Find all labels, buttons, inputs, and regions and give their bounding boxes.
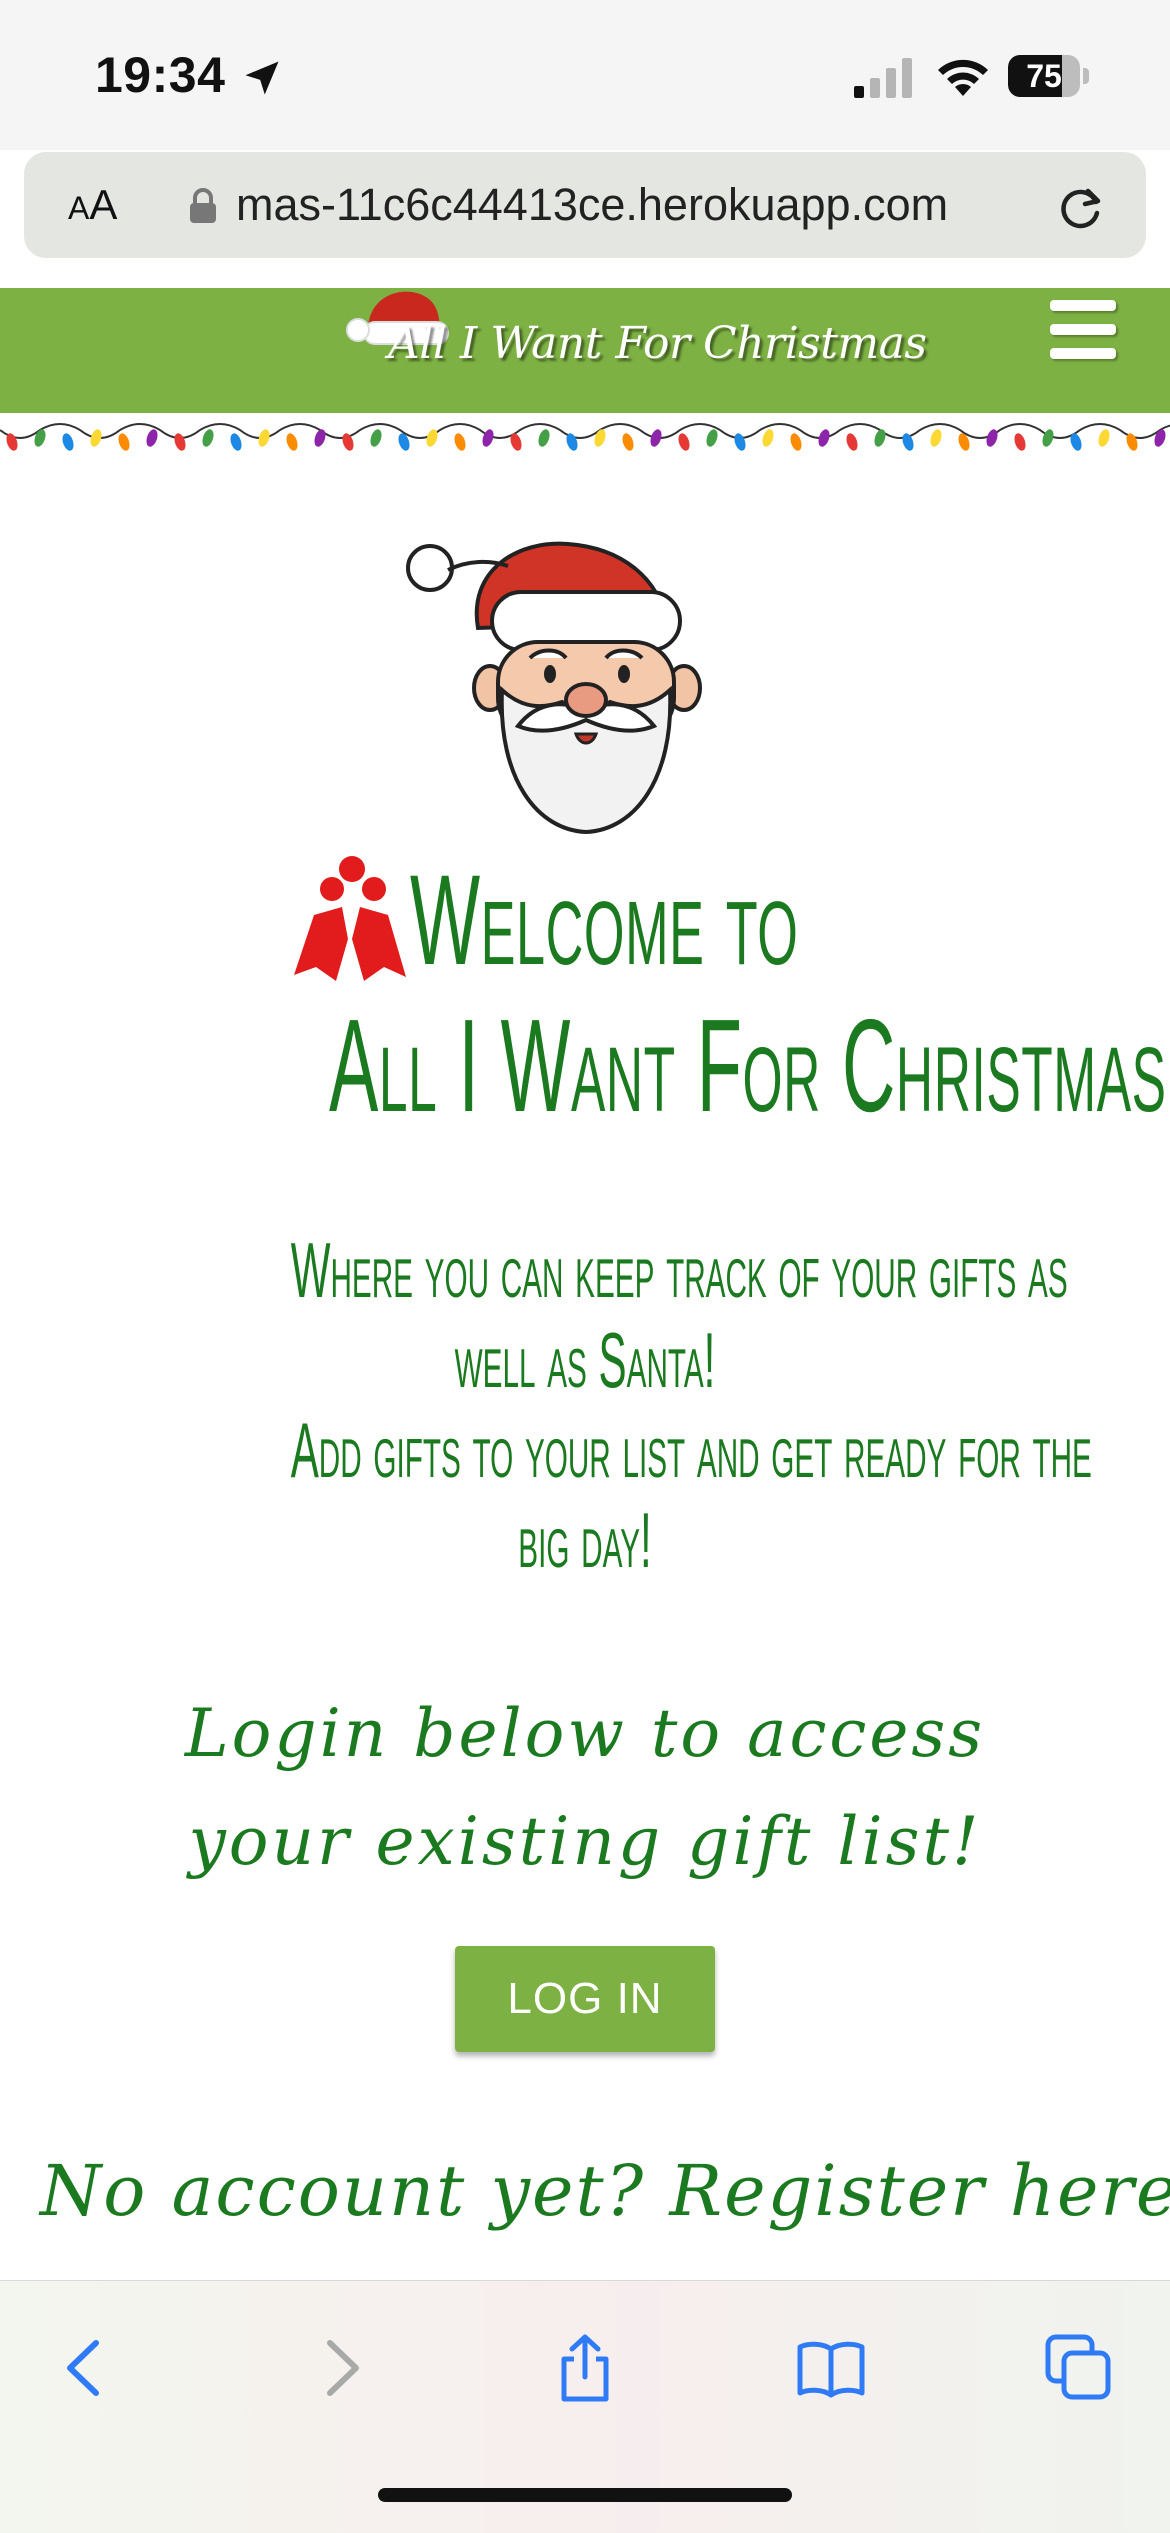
tagline: Where you can keep track of your gifts a… [40,1225,1130,1585]
share-icon[interactable] [550,2333,620,2403]
status-bar: 19:34 75 [0,0,1170,150]
status-time: 19:34 [95,47,226,103]
login-button[interactable]: LOG IN [455,1946,715,2052]
welcome-heading-line2: All I Want For Christmas [0,990,1170,1139]
site-title-heading: All I Want For Christmas [329,992,1167,1139]
text-size-button[interactable]: AA [68,152,117,258]
location-arrow-icon [245,61,279,95]
cellular-signal-icon [854,58,912,98]
welcome-text: Welcome to [410,848,799,992]
logo-text: All I Want For Christmas [388,318,927,369]
reload-icon[interactable] [1054,180,1108,234]
url-text[interactable]: mas-11c6c44413ce.herokuapp.com [236,152,1046,258]
bookmarks-icon[interactable] [796,2333,866,2403]
site-logo[interactable]: All I Want For Christmas [338,288,927,413]
wifi-icon [938,59,988,96]
santa-face-image [406,541,702,835]
back-chevron-icon[interactable] [52,2333,122,2403]
holly-berries-icon [294,856,406,981]
tagline-line: Where you can keep track of your gifts a… [290,1226,1068,1314]
tagline-line: well as Santa! [454,1316,716,1404]
hamburger-menu-icon[interactable] [1050,300,1116,364]
login-prompt: Login below to access your existing gift… [184,1695,986,1880]
tagline-line: Add gifts to your list and get ready for… [290,1406,1092,1494]
address-bar[interactable]: AA mas-11c6c44413ce.herokuapp.com [24,152,1146,258]
battery-indicator: 75 [1008,55,1090,97]
battery-level: 75 [1026,58,1062,94]
site-header: All I Want For Christmas [0,288,1170,413]
tagline-line: big day! [518,1496,652,1584]
lock-icon [190,188,216,223]
tabs-icon[interactable] [1044,2333,1114,2403]
home-indicator [378,2488,792,2502]
christmas-lights-decoration [0,423,1170,451]
register-link[interactable]: No account yet? Register here! [40,2150,1170,2232]
forward-chevron-icon[interactable] [304,2333,374,2403]
welcome-heading-line1: Welcome to [290,849,1080,992]
